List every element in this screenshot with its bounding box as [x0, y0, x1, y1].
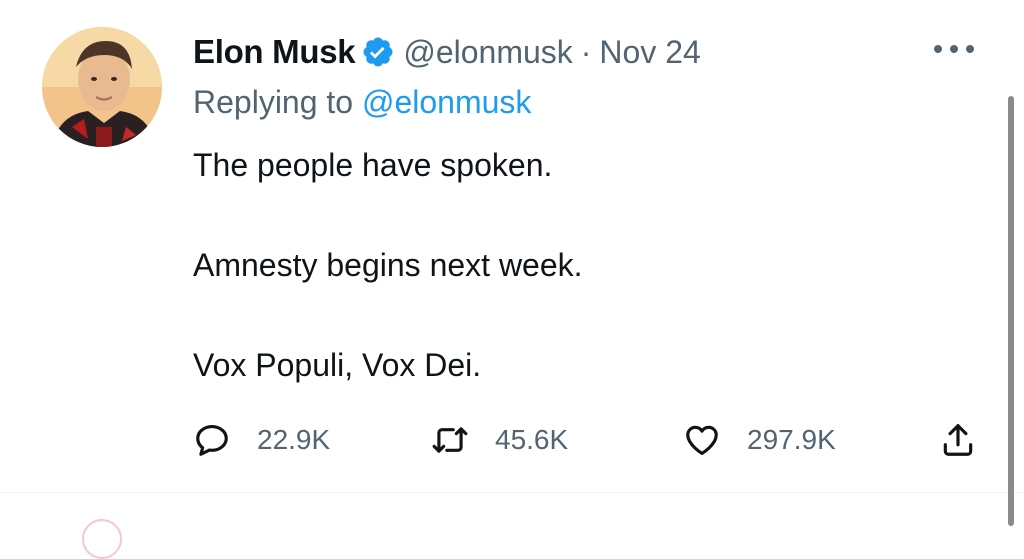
more-options-icon[interactable]: [934, 34, 974, 64]
like-button[interactable]: 297.9K: [683, 415, 836, 465]
tweet-paragraph: Vox Populi, Vox Dei.: [193, 347, 482, 383]
retweet-count: 45.6K: [495, 424, 569, 455]
author-display-name[interactable]: Elon Musk: [193, 33, 356, 71]
header-separator: ·: [580, 33, 592, 70]
next-tweet-avatar[interactable]: [82, 519, 122, 559]
retweet-button[interactable]: 45.6K: [431, 415, 568, 465]
share-icon: [943, 424, 973, 456]
author-avatar[interactable]: [42, 27, 162, 147]
reply-icon: [196, 424, 228, 456]
reply-button[interactable]: 22.9K: [193, 415, 330, 465]
scrollbar[interactable]: [1008, 96, 1014, 526]
more-dot: [934, 45, 942, 53]
verified-badge-icon: [361, 35, 395, 69]
tweet-divider: [0, 492, 1024, 493]
tweet-date[interactable]: Nov 24: [599, 34, 700, 71]
share-button[interactable]: [939, 415, 977, 465]
tweet-text: The people have spoken. Amnesty begins n…: [193, 140, 953, 390]
retweet-icon: [432, 427, 468, 453]
more-dot: [950, 45, 958, 53]
tweet-paragraph: Amnesty begins next week.: [193, 247, 583, 283]
tweet-action-bar: 22.9K 45.6K 297.9K: [193, 415, 983, 465]
like-count: 297.9K: [747, 424, 836, 455]
replying-to-label: Replying to: [193, 84, 354, 120]
like-icon: [686, 425, 718, 456]
tweet-paragraph: The people have spoken.: [193, 147, 553, 183]
replying-to-line: Replying to @elonmusk: [193, 84, 531, 121]
more-dot: [966, 45, 974, 53]
tweet-header: Elon Musk @elonmusk · Nov 24: [193, 28, 701, 76]
reply-count: 22.9K: [257, 424, 331, 455]
replying-to-handle-link[interactable]: @elonmusk: [362, 84, 531, 120]
author-handle[interactable]: @elonmusk: [403, 34, 572, 71]
